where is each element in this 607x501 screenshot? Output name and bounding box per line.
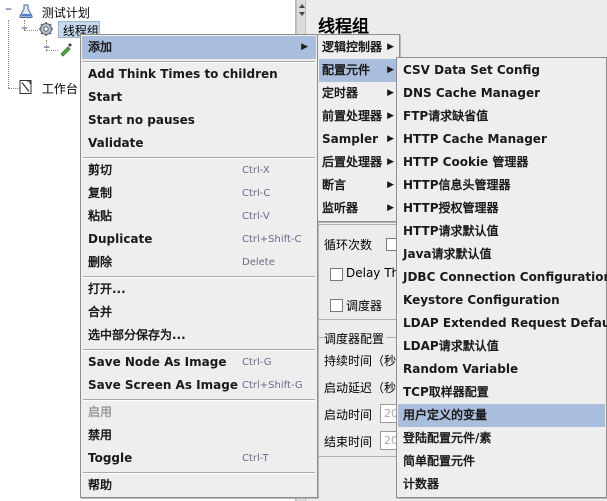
dropper-icon [58,41,74,62]
menu-item-item-7[interactable]: 粘贴 Ctrl-V [82,205,316,228]
workbench-icon [18,79,34,100]
context-menu: 添加 ▶ Add Think Times to children Start Start… [80,34,318,498]
shortcut-hint: Ctrl-C [242,188,271,199]
menu-item-item-12[interactable]: 选中部分保存为... [82,324,316,347]
submenu-arrow-icon: ▶ [387,180,394,190]
menu-item-item-6[interactable]: 断言 ▶ [319,174,398,197]
scheduler-checkbox[interactable] [330,299,343,312]
menu-item-http-cache-manager[interactable]: HTTP Cache Manager [398,128,605,151]
delay-thread-checkbox[interactable] [330,268,343,281]
startup-delay-label: 启动延迟（秒 [324,381,397,395]
add-submenu: 逻辑控制器 ▶ 配置元件 ▶ 定时器 ▶ 前置处理器 ▶ Sampler ▶ 后置处理器 ▶ 断言 ▶ 监听… [317,34,400,222]
submenu-arrow-icon: ▶ [387,65,394,75]
menu-item-start-no-pauses[interactable]: Start no pauses [82,109,316,132]
menu-item-item-16[interactable]: 登陆配置元件/素 [398,427,605,450]
menu-item-http[interactable]: HTTP请求默认值 [398,220,605,243]
menu-item-item-3[interactable]: 前置处理器 ▶ [319,105,398,128]
config-element-submenu: CSV Data Set Config DNS Cache Manager FTP请… [396,57,607,498]
menu-item-start[interactable]: Start [82,86,316,109]
tree-node-label: 工作台 [41,82,78,96]
menu-item-item-9[interactable]: 删除 Delete [82,251,316,274]
gear-icon [38,21,54,42]
menu-item-random-variable[interactable]: Random Variable [398,358,605,381]
menu-item-item-5[interactable]: 后置处理器 ▶ [319,151,398,174]
shortcut-hint: Ctrl-V [242,211,270,222]
menu-item-ftp[interactable]: FTP请求缺省值 [398,105,605,128]
shortcut-hint: Delete [242,257,275,268]
menu-item-duplicate[interactable]: Duplicate Ctrl+Shift-C [82,228,316,251]
flask-icon [18,3,34,24]
menu-item-save-screen-as-image[interactable]: Save Screen As Image Ctrl+Shift-G [82,374,316,397]
loop-count-label: 循环次数 [324,238,373,252]
end-time-label: 结束时间 [324,435,373,449]
menu-item-java[interactable]: Java请求默认值 [398,243,605,266]
collapse-toggle-icon[interactable]: − [42,44,51,54]
menu-item-save-node-as-image[interactable]: Save Node As Image Ctrl-G [82,351,316,374]
menu-item-item-0[interactable]: 逻辑控制器 ▶ [319,36,398,59]
collapse-toggle-icon[interactable]: − [4,6,13,16]
submenu-arrow-icon: ▶ [387,203,394,213]
shortcut-hint: Ctrl+Shift-C [242,234,302,245]
menu-item-item-1[interactable]: 配置元件 ▶ [319,59,398,82]
menu-separator [83,276,315,278]
menu-item-validate[interactable]: Validate [82,132,316,155]
menu-item-csv-data-set-config[interactable]: CSV Data Set Config [398,59,605,82]
menu-separator [83,157,315,159]
menu-item-item-16[interactable]: 禁用 [82,424,316,447]
menu-separator [83,61,315,63]
menu-item-item-18[interactable]: 帮助 [82,474,316,497]
scheduler-label: 调度器 [346,299,383,313]
collapse-right-arrow-icon[interactable] [299,12,305,16]
menu-item-item-11[interactable]: 合并 [82,301,316,324]
scheduler-config-label: 调度器配置 [324,330,387,347]
menu-separator [83,349,315,351]
tree-node-test-plan[interactable]: 测试计划 [18,3,90,21]
submenu-arrow-icon: ▶ [387,134,394,144]
menu-separator [83,399,315,401]
menu-item-add-think-times-to-children[interactable]: Add Think Times to children [82,63,316,86]
collapse-toggle-icon[interactable]: − [20,25,29,35]
menu-item-item-15[interactable]: 用户定义的变量 [398,404,605,427]
submenu-arrow-icon: ▶ [301,42,308,52]
shortcut-hint: Ctrl-G [242,357,272,368]
menu-item-item-15[interactable]: 启用 [82,401,316,424]
shortcut-hint: Ctrl-X [242,165,270,176]
menu-item-tcp[interactable]: TCP取样器配置 [398,381,605,404]
menu-item-item-18[interactable]: 计数器 [398,473,605,496]
menu-item-sampler[interactable]: Sampler ▶ [319,128,398,151]
menu-item-item-5[interactable]: 剪切 Ctrl-X [82,159,316,182]
submenu-arrow-icon: ▶ [387,42,394,52]
tree-node-label: 测试计划 [41,6,90,20]
menu-item-ldap[interactable]: LDAP请求默认值 [398,335,605,358]
menu-item-toggle[interactable]: Toggle Ctrl-T [82,447,316,470]
menu-item-jdbc-connection-configuration[interactable]: JDBC Connection Configuration [398,266,607,289]
menu-item-http[interactable]: HTTP授权管理器 [398,197,605,220]
tree-node-sampler[interactable] [58,41,74,59]
menu-item-item-10[interactable]: 打开... [82,278,316,301]
submenu-arrow-icon: ▶ [387,111,394,121]
submenu-arrow-icon: ▶ [387,157,394,167]
menu-item-item-17[interactable]: 简单配置元件 [398,450,605,473]
menu-item-http[interactable]: HTTP信息头管理器 [398,174,605,197]
menu-item-item-2[interactable]: 定时器 ▶ [319,82,398,105]
menu-separator [83,472,315,474]
shortcut-hint: Ctrl+Shift-G [242,380,303,391]
menu-item-ldap-extended-request-defaults[interactable]: LDAP Extended Request Defaults [398,312,607,335]
menu-item-item-7[interactable]: 监听器 ▶ [319,197,398,220]
menu-item-keystore-configuration[interactable]: Keystore Configuration [398,289,605,312]
menu-item-item-0[interactable]: 添加 ▶ [82,36,316,59]
menu-item-http-cookie[interactable]: HTTP Cookie 管理器 [398,151,605,174]
menu-item-item-6[interactable]: 复制 Ctrl-C [82,182,316,205]
start-time-label: 启动时间 [324,408,373,422]
collapse-left-arrow-icon[interactable] [299,4,305,8]
menu-item-dns-cache-manager[interactable]: DNS Cache Manager [398,82,605,105]
duration-label: 持续时间（秒 [324,354,397,368]
tree-node-workbench[interactable]: 工作台 [18,79,78,97]
submenu-arrow-icon: ▶ [387,88,394,98]
shortcut-hint: Ctrl-T [242,453,269,464]
